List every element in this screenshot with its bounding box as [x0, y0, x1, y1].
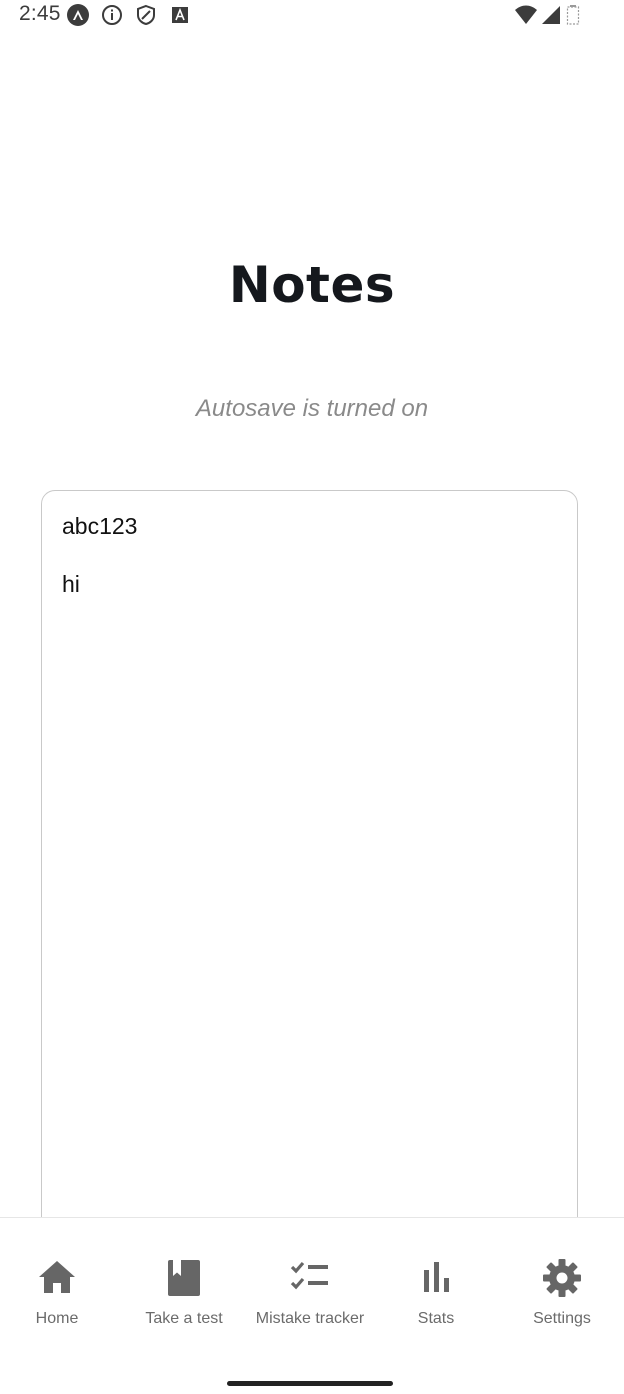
nav-item-home[interactable]: Home [0, 1218, 119, 1348]
gear-icon [543, 1259, 581, 1297]
nav-label-home: Home [35, 1310, 79, 1327]
nav-label-settings: Settings [533, 1310, 591, 1327]
book-icon [168, 1260, 200, 1296]
bar-chart-icon [424, 1262, 449, 1292]
signal-icon [542, 6, 560, 24]
home-indicator[interactable] [227, 1381, 393, 1386]
nav-item-stats[interactable]: Stats [374, 1218, 498, 1348]
bottom-nav: Home Take a test Mistake tracker Stats S… [0, 1217, 624, 1394]
notes-line: hi [62, 571, 80, 597]
wifi-icon [515, 5, 537, 24]
notes-textarea[interactable]: abc123 hi [41, 490, 578, 1250]
status-time: 2:45 [19, 2, 61, 25]
shield-icon [137, 4, 155, 26]
checklist-icon [290, 1261, 328, 1290]
info-icon [102, 5, 122, 25]
nav-label-stats: Stats [417, 1310, 455, 1327]
nav-label-take-a-test: Take a test [145, 1310, 223, 1327]
nav-item-mistake-tracker[interactable]: Mistake tracker [248, 1218, 372, 1348]
app-icon [67, 4, 89, 26]
home-icon [39, 1261, 75, 1293]
nav-label-mistake-tracker: Mistake tracker [255, 1310, 365, 1327]
font-icon [172, 7, 188, 23]
autosave-status: Autosave is turned on [195, 395, 429, 422]
notes-line: abc123 [62, 513, 138, 539]
nav-item-take-a-test[interactable]: Take a test [122, 1218, 246, 1348]
status-bar: 2:45 [0, 0, 624, 30]
battery-icon [566, 5, 580, 25]
page-title: Notes [228, 256, 396, 314]
nav-item-settings[interactable]: Settings [500, 1218, 624, 1348]
